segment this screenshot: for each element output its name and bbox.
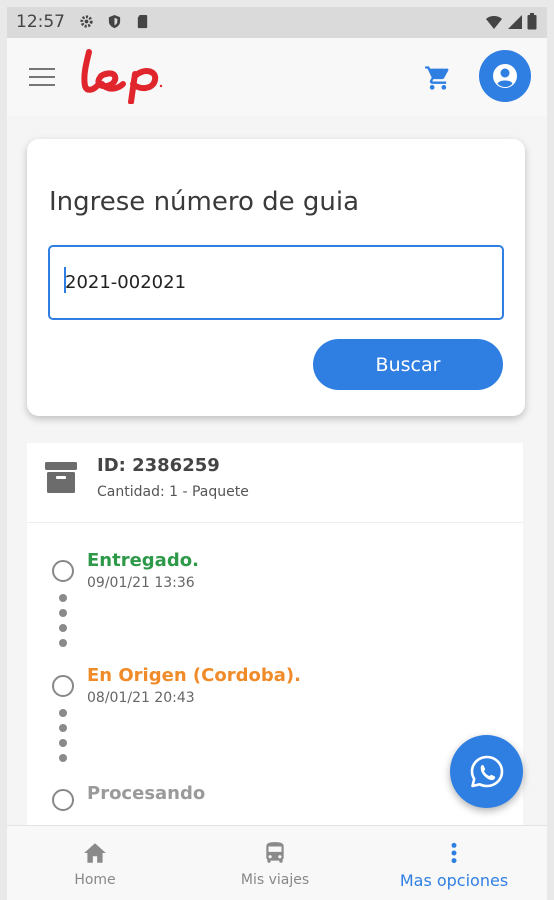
nav-item-mis-viajes[interactable]: Mis viajes — [220, 826, 330, 900]
nav-item-home[interactable]: Home — [45, 826, 145, 900]
account-avatar-button[interactable] — [479, 50, 531, 102]
hamburger-menu-icon[interactable] — [29, 68, 55, 88]
shopping-cart-icon[interactable] — [424, 64, 452, 92]
timeline-status: Procesando — [87, 783, 206, 804]
timeline-connector-dot — [59, 754, 67, 762]
bus-icon — [266, 842, 284, 863]
shipment-header: ID: 2386259 Cantidad: 1 - Paquete — [27, 443, 523, 523]
sim-card-icon — [137, 14, 148, 29]
nav-label-mis-viajes: Mis viajes — [240, 872, 310, 888]
shipment-id: ID: 2386259 — [97, 455, 220, 476]
nav-label-home: Home — [74, 872, 116, 888]
timeline-node — [52, 675, 74, 697]
timeline-connector-dot — [59, 624, 67, 632]
search-button[interactable]: Buscar — [313, 339, 503, 390]
timeline-status: Entregado. — [87, 550, 199, 571]
status-bar: 12:57 — [7, 7, 547, 38]
home-icon — [84, 843, 106, 863]
tracking-number-input[interactable] — [48, 245, 504, 320]
whatsapp-fab[interactable] — [450, 735, 523, 808]
result-card: ID: 2386259 Cantidad: 1 - Paquete Entreg… — [27, 443, 523, 843]
timeline-connector-dot — [59, 639, 67, 647]
battery-icon — [527, 13, 537, 30]
timeline-status: En Origen (Cordoba). — [87, 665, 301, 686]
timeline-node — [52, 560, 74, 582]
timeline-connector-dot — [59, 609, 67, 617]
lep-logo — [81, 49, 163, 104]
bottom-navigation: Home Mis viajes Mas opciones — [7, 825, 547, 900]
wifi-icon — [486, 15, 502, 29]
account-circle-icon — [493, 64, 517, 88]
search-title: Ingrese número de guia — [49, 187, 360, 217]
more-vert-icon — [451, 842, 457, 864]
shield-icon — [108, 14, 121, 29]
app-screen: 12:57 Ingrese número de guia 2021-002021… — [7, 7, 547, 900]
timeline-connector-dot — [59, 739, 67, 747]
app-bar — [7, 38, 547, 116]
archive-box-icon — [45, 462, 77, 493]
nav-item-mas-opciones[interactable]: Mas opciones — [389, 826, 519, 900]
timeline-connector-dot — [59, 724, 67, 732]
status-time: 12:57 — [16, 12, 65, 32]
nav-label-mas-opciones: Mas opciones — [399, 871, 509, 890]
whatsapp-icon — [470, 755, 503, 787]
timeline-date: 08/01/21 20:43 — [87, 690, 195, 706]
timeline-connector-dot — [59, 594, 67, 602]
timeline-connector-dot — [59, 709, 67, 717]
text-cursor — [64, 267, 66, 293]
timeline-date: 09/01/21 13:36 — [87, 575, 195, 591]
shipment-quantity: Cantidad: 1 - Paquete — [97, 484, 249, 500]
settings-icon — [80, 15, 93, 28]
search-card: Ingrese número de guia Buscar — [27, 139, 525, 416]
timeline-node — [52, 789, 74, 811]
signal-icon — [508, 14, 522, 29]
